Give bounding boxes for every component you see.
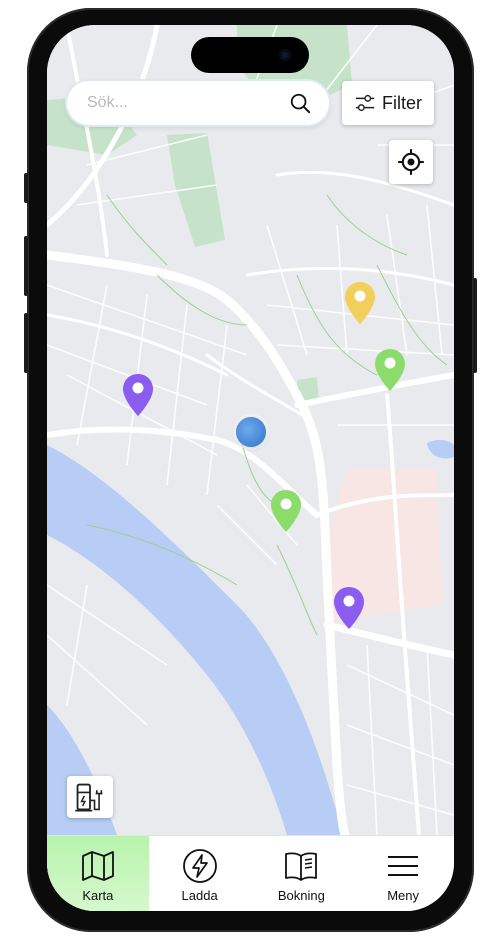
volume-up-button [24,236,28,296]
tab-label: Meny [387,888,420,903]
charger-pin-green[interactable] [270,489,302,533]
map-icon [81,851,114,881]
locate-me-button[interactable] [389,140,433,184]
search-icon[interactable] [289,92,311,114]
crosshair-icon [398,149,424,175]
tab-label: Karta [82,888,114,903]
action-button [24,173,28,203]
search-bar[interactable] [67,81,329,125]
book-icon [285,852,318,881]
charger-list-button[interactable] [67,776,113,818]
user-location-dot [236,417,266,447]
search-input[interactable] [85,93,279,113]
tab-bokning[interactable]: Bokning [251,836,353,911]
menu-icon [388,856,419,876]
charger-pin-green[interactable] [374,348,406,392]
tab-bar: Karta Ladda Bokning Meny [47,835,454,911]
charging-station-icon [75,783,103,812]
charger-pin-purple[interactable] [333,586,365,630]
tab-karta[interactable]: Karta [47,836,149,911]
sliders-icon [355,94,375,112]
tab-label: Bokning [277,888,325,903]
tab-ladda[interactable]: Ladda [149,836,251,911]
tab-meny[interactable]: Meny [352,836,454,911]
charger-pin-purple[interactable] [122,373,154,417]
camera-icon [279,49,291,61]
lightning-icon [182,849,217,883]
dynamic-island [191,37,309,73]
filter-button[interactable]: Filter [342,81,434,125]
screen: Filter [47,25,454,911]
volume-down-button [24,313,28,373]
power-button [473,278,477,373]
tab-label: Ladda [181,888,218,903]
charger-pin-yellow[interactable] [344,281,376,325]
filter-label: Filter [382,92,422,113]
